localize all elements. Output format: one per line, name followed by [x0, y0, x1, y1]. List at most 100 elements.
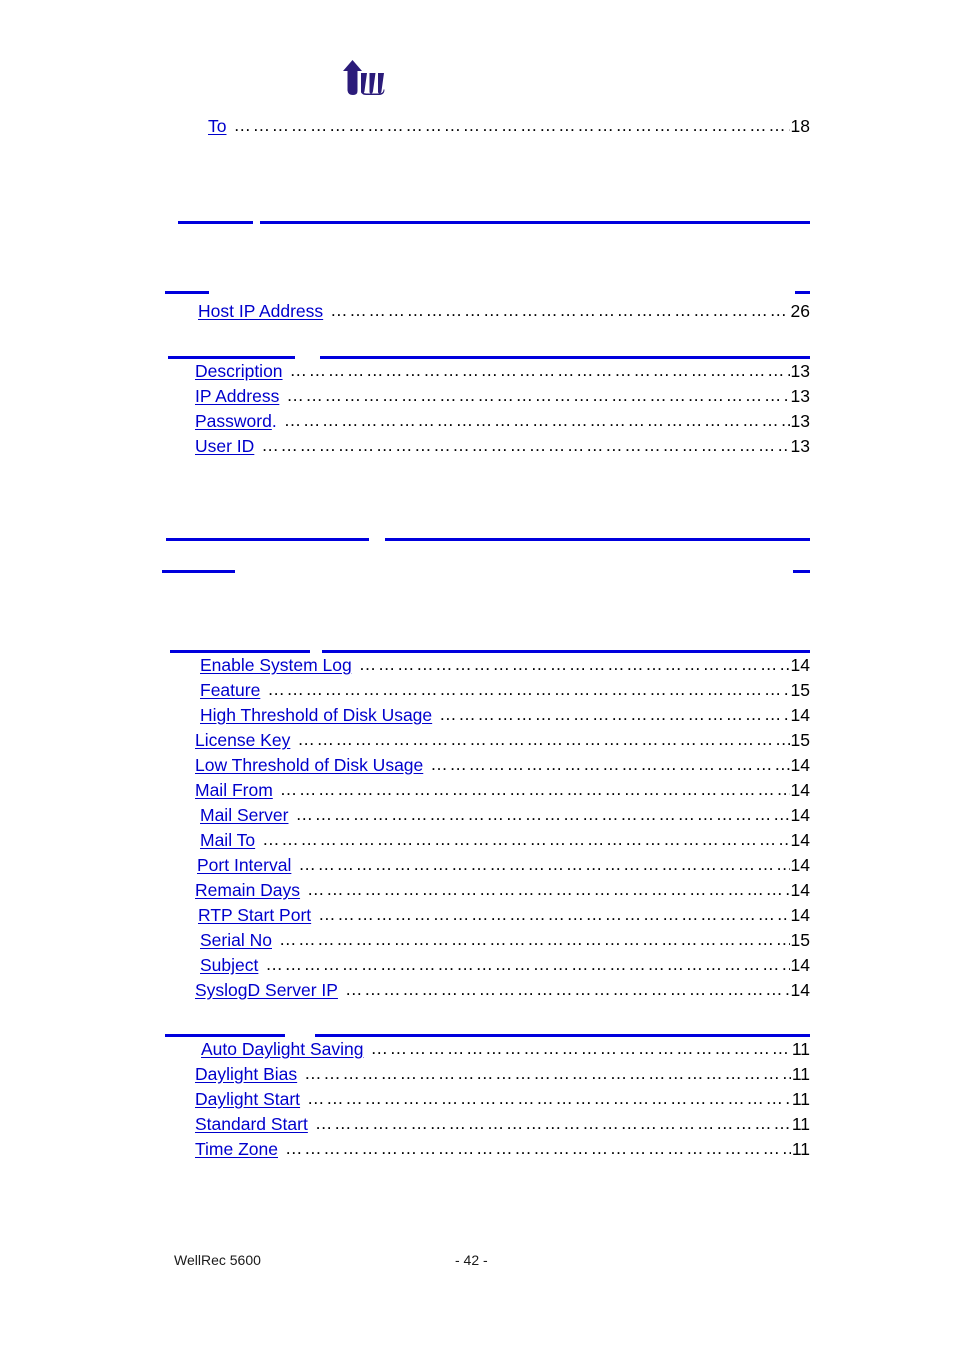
index-entry-label[interactable]: RTP Start Port: [198, 906, 311, 925]
index-entry-label[interactable]: Remain Days: [195, 881, 300, 900]
index-entry-label[interactable]: Time Zone: [195, 1140, 278, 1159]
heading-rule-7a: [165, 1034, 285, 1037]
index-entry-enable-system-log[interactable]: Enable System Log ………………………………………………………………: [200, 656, 810, 675]
dot-leader: ……………………………………………………………………………………………………………: [304, 1065, 791, 1083]
index-entry-page-number: 11: [791, 1089, 810, 1109]
index-entry-port-interval[interactable]: Port Interval …………………………………………………………………………: [197, 855, 810, 875]
index-entry-description[interactable]: Description ………………………………………………………………………………: [195, 361, 810, 381]
dot-leader: ……………………………………………………………………………………………………………: [262, 831, 789, 849]
index-entry-page-number: 15: [790, 930, 810, 950]
dot-leader: ……………………………………………………………………………………………………………: [430, 756, 789, 774]
dot-leader: ……………………………………………………………………………………………………………: [358, 656, 790, 674]
index-entry-trailing-punct: .: [271, 411, 277, 431]
index-entry-mail-server[interactable]: Mail Server ………………………………………………………………………………: [200, 805, 810, 825]
index-entry-feature[interactable]: Feature …………………………………………………………………………………………: [200, 680, 810, 700]
footer-product-name: WellRec 5600: [174, 1252, 261, 1268]
index-entry-remain-days[interactable]: Remain Days ………………………………………………………………………………: [195, 880, 810, 900]
dot-leader: ……………………………………………………………………………………………………………: [330, 302, 789, 320]
heading-rule-4a: [166, 538, 369, 541]
index-entry-label[interactable]: SyslogD Server IP: [195, 981, 338, 1000]
index-entry-standard-start[interactable]: Standard Start ………………………………………………………………………: [195, 1114, 810, 1134]
index-entry-serial-no[interactable]: Serial No ……………………………………………………………………………………: [200, 930, 810, 950]
index-entry-page-number: 14: [790, 780, 810, 800]
index-entry-label[interactable]: Subject: [200, 956, 258, 975]
index-entry-time-zone[interactable]: Time Zone ……………………………………………………………………………………: [195, 1140, 810, 1159]
index-entry-page-number: 14: [790, 855, 810, 875]
dot-leader: ……………………………………………………………………………………………………………: [289, 362, 790, 380]
index-entry-page-number: 14: [790, 880, 810, 900]
index-entry-page-number: 26: [790, 301, 810, 321]
index-entry-ip-address[interactable]: IP Address …………………………………………………………………………………: [195, 387, 810, 406]
index-entry-label[interactable]: Port Interval: [197, 856, 291, 875]
index-entry-label[interactable]: User ID: [195, 437, 254, 456]
index-entry-label[interactable]: Host IP Address: [198, 302, 323, 321]
index-entry-label[interactable]: Mail From: [195, 781, 273, 800]
index-entry-host-ip-address[interactable]: Host IP Address ……………………………………………………………………: [198, 301, 810, 321]
index-entry-mail-to[interactable]: Mail To …………………………………………………………………………………………: [200, 830, 810, 850]
index-entry-label[interactable]: Auto Daylight Saving: [201, 1040, 363, 1059]
index-entry-daylight-bias[interactable]: Daylight Bias …………………………………………………………………………: [195, 1064, 810, 1084]
index-entry-page-number: 14: [790, 830, 810, 850]
index-entry-label[interactable]: Description: [195, 362, 283, 381]
heading-rule-1a: [178, 221, 253, 224]
heading-rule-2b: [795, 291, 810, 294]
index-entry-page-number: 14: [790, 905, 810, 925]
heading-rule-5b: [793, 570, 810, 573]
index-entry-to[interactable]: To ………………………………………………………………………………………………………: [208, 117, 810, 136]
index-entry-rtp-start-port[interactable]: RTP Start Port ………………………………………………………………………: [198, 905, 810, 925]
dot-leader: ……………………………………………………………………………………………………………: [307, 881, 790, 899]
index-entry-page-number: 13: [790, 436, 810, 456]
index-entry-subject[interactable]: Subject …………………………………………………………………………………………: [200, 955, 810, 975]
index-entry-label[interactable]: Standard Start: [195, 1115, 308, 1134]
heading-rule-6b: [322, 650, 810, 653]
index-entry-user-id[interactable]: User ID …………………………………………………………………………………………: [195, 436, 810, 456]
dot-leader: ……………………………………………………………………………………………………………: [278, 931, 790, 949]
index-entry-mail-from[interactable]: Mail From ……………………………………………………………………………………: [195, 780, 810, 800]
dot-leader: ……………………………………………………………………………………………………………: [261, 437, 789, 455]
footer-page-number: - 42 -: [455, 1252, 488, 1268]
index-entry-page-number: 14: [790, 955, 810, 975]
index-entry-page-number: 11: [791, 1064, 810, 1084]
heading-rule-3b: [320, 356, 810, 359]
index-entry-label[interactable]: Daylight Start: [195, 1090, 300, 1109]
index-entry-label[interactable]: Feature: [200, 681, 260, 700]
index-entry-low-threshold-of-disk-usage[interactable]: Low Threshold of Disk Usage ……………………………………: [195, 756, 810, 775]
index-entry-label[interactable]: IP Address: [195, 387, 279, 406]
index-entry-label[interactable]: Daylight Bias: [195, 1065, 297, 1084]
index-entry-page-number: 14: [790, 805, 810, 825]
index-entry-label[interactable]: Serial No: [200, 931, 272, 950]
dot-leader: ……………………………………………………………………………………………………………: [318, 906, 790, 924]
dot-leader: ……………………………………………………………………………………………………………: [297, 731, 790, 749]
index-entry-page-number: 14: [790, 705, 810, 725]
index-entry-password[interactable]: Password. ……………………………………………………………………………………: [195, 411, 810, 431]
index-entry-label[interactable]: Mail To: [200, 831, 255, 850]
dot-leader: ……………………………………………………………………………………………………………: [295, 806, 790, 824]
index-entry-page-number: 11: [791, 1114, 810, 1134]
index-entry-page-number: 13: [790, 361, 810, 381]
index-entry-label[interactable]: License Key: [195, 731, 290, 750]
index-entry-label[interactable]: Enable System Log: [200, 656, 352, 675]
dot-leader: ……………………………………………………………………………………………………………: [439, 706, 789, 724]
index-entry-license-key[interactable]: License Key ………………………………………………………………………………: [195, 731, 810, 750]
index-entry-daylight-start[interactable]: Daylight Start ………………………………………………………………………: [195, 1089, 810, 1109]
index-page: To ………………………………………………………………………………………………………: [0, 0, 954, 1350]
heading-rule-5a: [162, 570, 235, 573]
index-entry-label[interactable]: Low Threshold of Disk Usage: [195, 756, 423, 775]
heading-rule-2a: [165, 291, 209, 294]
index-entry-label[interactable]: Mail Server: [200, 806, 289, 825]
dot-leader: ……………………………………………………………………………………………………………: [279, 781, 790, 799]
index-entry-label[interactable]: Password: [195, 412, 272, 431]
index-entry-high-threshold-of-disk-usage[interactable]: High Threshold of Disk Usage …………………………………: [200, 705, 810, 725]
dot-leader: ……………………………………………………………………………………………………………: [267, 681, 789, 699]
index-entry-page-number: 11: [791, 1039, 810, 1059]
index-entry-label[interactable]: To: [208, 117, 226, 136]
index-entry-syslogd-server-ip[interactable]: SyslogD Server IP ………………………………………………………………: [195, 981, 810, 1000]
dot-leader: ……………………………………………………………………………………………………………: [285, 1140, 791, 1158]
index-entry-page-number: 13: [790, 411, 810, 431]
index-entry-auto-daylight-saving[interactable]: Auto Daylight Saving ………………………………………………………: [201, 1039, 810, 1059]
dot-leader: ……………………………………………………………………………………………………………: [298, 856, 790, 874]
dot-leader: ……………………………………………………………………………………………………………: [283, 412, 790, 430]
index-entry-page-number: 15: [790, 680, 810, 700]
heading-rule-3a: [168, 356, 295, 359]
index-entry-label[interactable]: High Threshold of Disk Usage: [200, 706, 432, 725]
